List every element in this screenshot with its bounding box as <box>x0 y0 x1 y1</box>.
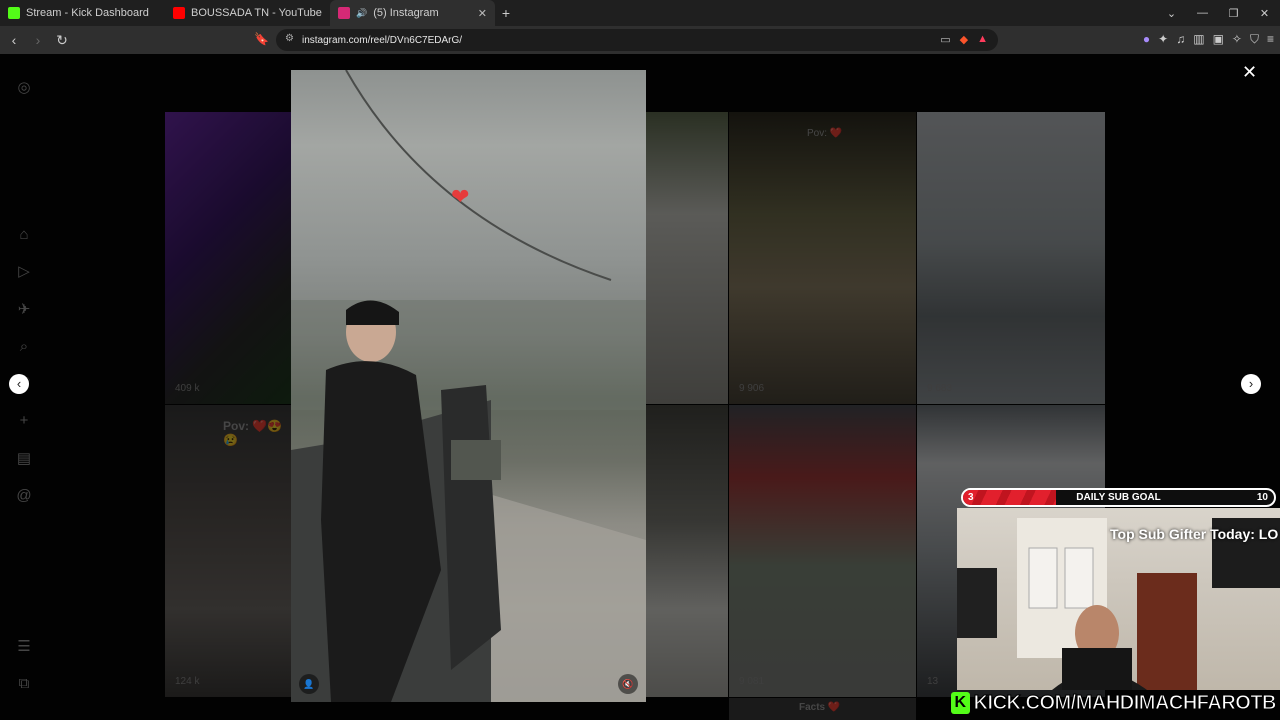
leo-ai-icon[interactable]: ✧ <box>1232 32 1242 47</box>
threads-icon[interactable]: @ <box>14 486 34 506</box>
tab-title: BOUSSADA TN - YouTube <box>191 7 322 19</box>
minimize-button[interactable]: — <box>1187 7 1218 19</box>
create-icon[interactable]: + <box>14 411 34 431</box>
kick-channel-url: KICK.COM/MAHDIMACHFAROTB <box>973 691 1277 714</box>
address-bar[interactable]: ⚙ instagram.com/reel/DVn6C7EDArG/ ▭ ◆ ▲ <box>276 29 998 51</box>
tab-title: (5) Instagram <box>373 7 439 19</box>
window-controls: ⌄ — ❐ ✕ <box>1156 0 1280 26</box>
browser-toolbar: ‹ › ↻ 🔖 ⚙ instagram.com/reel/DVn6C7EDArG… <box>0 26 1280 54</box>
brave-rewards-icon[interactable]: ▲ <box>977 33 988 46</box>
tab-title: Stream - Kick Dashboard <box>26 7 149 19</box>
messages-icon[interactable]: ✈ <box>14 300 34 320</box>
sidebar-toggle-icon[interactable]: ▥ <box>1193 32 1204 47</box>
reel-frame-art <box>291 70 646 702</box>
previous-reel-button[interactable]: ‹ <box>9 374 29 394</box>
heart-sticker-icon: ❤ <box>451 184 470 209</box>
extensions-icon[interactable]: ✦ <box>1158 32 1168 47</box>
tile-caption: Pov: ❤️😍😢 <box>223 419 283 447</box>
home-icon[interactable]: ⌂ <box>14 225 34 245</box>
tile-caption: Pov: ❤️ <box>807 128 843 139</box>
tile-caption: Facts ❤️ <box>799 702 841 713</box>
tile-views: 124 k <box>175 676 200 687</box>
bookmark-icon[interactable]: 🔖 <box>254 32 269 46</box>
tag-people-icon[interactable]: 👤 <box>299 674 319 694</box>
profile-icon[interactable]: ● <box>1143 32 1150 47</box>
search-icon[interactable]: ⌕ <box>14 337 34 357</box>
reels-icon[interactable]: ▷ <box>14 262 34 282</box>
vpn-icon[interactable]: ⛉ <box>1250 32 1259 47</box>
url-text: instagram.com/reel/DVn6C7EDArG/ <box>302 34 463 46</box>
tile-views: 409 k <box>175 383 200 394</box>
tab-strip: Stream - Kick Dashboard BOUSSADA TN - Yo… <box>0 0 1280 26</box>
grid-tile[interactable]: Facts ❤️ <box>729 698 916 720</box>
grid-tile[interactable] <box>646 405 728 697</box>
grid-tile[interactable]: 9 081 <box>729 405 916 697</box>
media-icon[interactable]: ♫ <box>1176 32 1185 47</box>
close-tab-icon[interactable]: ✕ <box>478 7 487 20</box>
wallet-icon[interactable]: ▣ <box>1213 32 1224 47</box>
kick-favicon-icon <box>8 7 20 19</box>
url-icons: ▭ ◆ ▲ <box>940 33 988 46</box>
grid-tile[interactable]: 409 k <box>165 112 291 404</box>
speaker-icon[interactable]: 🔊 <box>356 8 367 19</box>
also-from-meta-icon[interactable]: ⧉ <box>14 674 34 694</box>
reel-video-player[interactable]: ❤ 👤 🔇 <box>291 70 646 702</box>
grid-tile[interactable]: 9 683 <box>917 112 1105 404</box>
next-reel-button[interactable]: › <box>1241 374 1261 394</box>
forward-icon[interactable]: › <box>28 32 48 48</box>
instagram-favicon-icon <box>338 7 350 19</box>
more-menu-icon[interactable]: ☰ <box>14 637 34 657</box>
tab-kick-dashboard[interactable]: Stream - Kick Dashboard <box>0 0 165 26</box>
close-modal-icon[interactable]: ✕ <box>1242 62 1257 83</box>
grid-tile[interactable] <box>646 112 728 404</box>
tab-search-icon[interactable]: ⌄ <box>1156 7 1187 20</box>
top-sub-gifter-text: Top Sub Gifter Today: LO <box>1110 526 1279 542</box>
daily-sub-goal-bar: 3 DAILY SUB GOAL 10 <box>961 488 1276 507</box>
tile-views: 13 <box>927 676 939 687</box>
cast-icon[interactable]: ▭ <box>940 33 950 46</box>
site-settings-icon[interactable]: ⚙ <box>285 33 294 44</box>
sub-goal-target: 10 <box>1256 492 1268 503</box>
grid-tile[interactable]: Pov: ❤️😍😢 124 k <box>165 405 291 697</box>
tile-views: 9 683 <box>927 383 953 394</box>
new-tab-button[interactable]: + <box>495 5 517 21</box>
mute-icon[interactable]: 🔇 <box>618 674 638 694</box>
reload-icon[interactable]: ↻ <box>52 32 72 49</box>
menu-icon[interactable]: ≡ <box>1267 32 1274 47</box>
back-icon[interactable]: ‹ <box>4 32 24 48</box>
grid-tile[interactable]: Pov: ❤️ 9 906 <box>729 112 916 404</box>
kick-logo-icon: K <box>951 692 970 714</box>
tile-views: 9 081 <box>739 676 765 687</box>
instagram-logo-icon[interactable]: ◎ <box>14 78 34 98</box>
tab-instagram[interactable]: 🔊 (5) Instagram ✕ <box>330 0 495 26</box>
youtube-favicon-icon <box>173 7 185 19</box>
sub-goal-label: DAILY SUB GOAL <box>1076 492 1161 503</box>
brave-shield-icon[interactable]: ◆ <box>960 33 968 46</box>
tab-youtube[interactable]: BOUSSADA TN - YouTube <box>165 0 330 26</box>
tile-views: 9 906 <box>739 383 765 394</box>
kick-channel-banner: K KICK.COM/MAHDIMACHFAROTB <box>951 689 1277 717</box>
dashboard-icon[interactable]: ▤ <box>14 449 34 469</box>
maximize-button[interactable]: ❐ <box>1218 7 1249 20</box>
close-window-button[interactable]: ✕ <box>1249 7 1280 20</box>
extensions-area: ● ✦ ♫ ▥ ▣ ✧ ⛉ ≡ <box>1143 32 1274 47</box>
